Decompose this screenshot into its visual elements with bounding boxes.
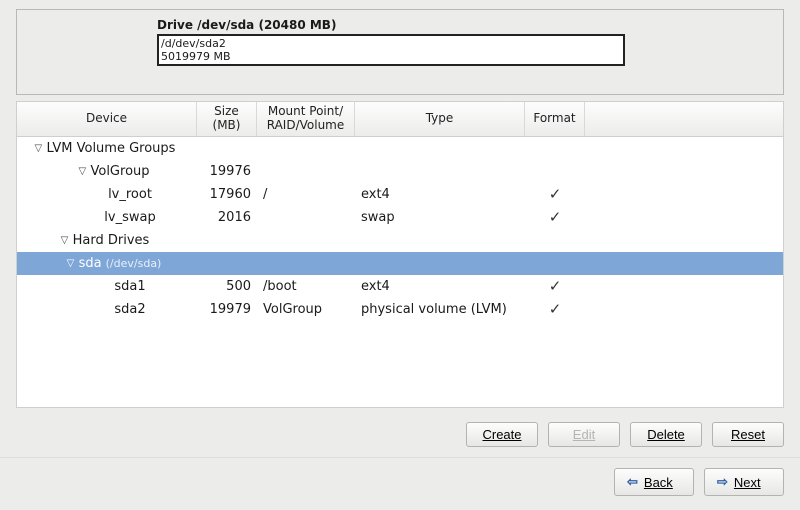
check-icon: ✓ [549, 208, 562, 226]
row-sda2[interactable]: sda2 19979 VolGroup physical volume (LVM… [17, 298, 783, 321]
col-device[interactable]: Device [17, 102, 197, 136]
drive-line-2: 5019979 MB [161, 50, 621, 63]
table-header: Device Size(MB) Mount Point/RAID/Volume … [17, 102, 783, 137]
row-sda1[interactable]: sda1 500 /boot ext4 ✓ [17, 275, 783, 298]
expander-icon[interactable]: ▽ [35, 143, 45, 154]
expander-icon[interactable]: ▽ [67, 258, 77, 269]
col-spacer [585, 102, 783, 136]
partition-actions: Create Edit Delete Reset [0, 416, 800, 457]
delete-button[interactable]: Delete [630, 422, 702, 447]
drive-partition-box: /d/dev/sda2 5019979 MB [157, 34, 625, 66]
drive-title: Drive /dev/sda (20480 MB) [157, 18, 771, 32]
row-lv-root[interactable]: lv_root 17960 / ext4 ✓ [17, 183, 783, 206]
reset-button[interactable]: Reset [712, 422, 784, 447]
expander-icon[interactable]: ▽ [78, 166, 88, 177]
arrow-left-icon: ⇦ [627, 474, 638, 490]
col-size[interactable]: Size(MB) [197, 102, 257, 136]
col-format[interactable]: Format [525, 102, 585, 136]
back-button[interactable]: ⇦Back [614, 468, 694, 496]
drive-summary-panel: Drive /dev/sda (20480 MB) /d/dev/sda2 50… [16, 9, 784, 95]
wizard-nav: ⇦Back ⇨Next [0, 457, 800, 510]
partition-table: Device Size(MB) Mount Point/RAID/Volume … [16, 101, 784, 408]
row-lv-swap[interactable]: lv_swap 2016 swap ✓ [17, 206, 783, 229]
drive-line-1: /d/dev/sda2 [161, 37, 621, 50]
group-lvm[interactable]: ▽LVM Volume Groups [17, 137, 783, 160]
row-sda[interactable]: ▽sda(/dev/sda) [17, 252, 783, 275]
next-button[interactable]: ⇨Next [704, 468, 784, 496]
expander-icon[interactable]: ▽ [61, 235, 71, 246]
arrow-right-icon: ⇨ [717, 474, 728, 490]
group-hard-drives[interactable]: ▽Hard Drives [17, 229, 783, 252]
check-icon: ✓ [549, 277, 562, 295]
edit-button: Edit [548, 422, 620, 447]
create-button[interactable]: Create [466, 422, 538, 447]
col-type[interactable]: Type [355, 102, 525, 136]
device-path: (/dev/sda) [106, 257, 162, 270]
check-icon: ✓ [549, 185, 562, 203]
row-volgroup[interactable]: ▽VolGroup 19976 [17, 160, 783, 183]
col-mount[interactable]: Mount Point/RAID/Volume [257, 102, 355, 136]
table-body: ▽LVM Volume Groups ▽VolGroup 19976 lv_ro… [17, 137, 783, 407]
check-icon: ✓ [549, 300, 562, 318]
